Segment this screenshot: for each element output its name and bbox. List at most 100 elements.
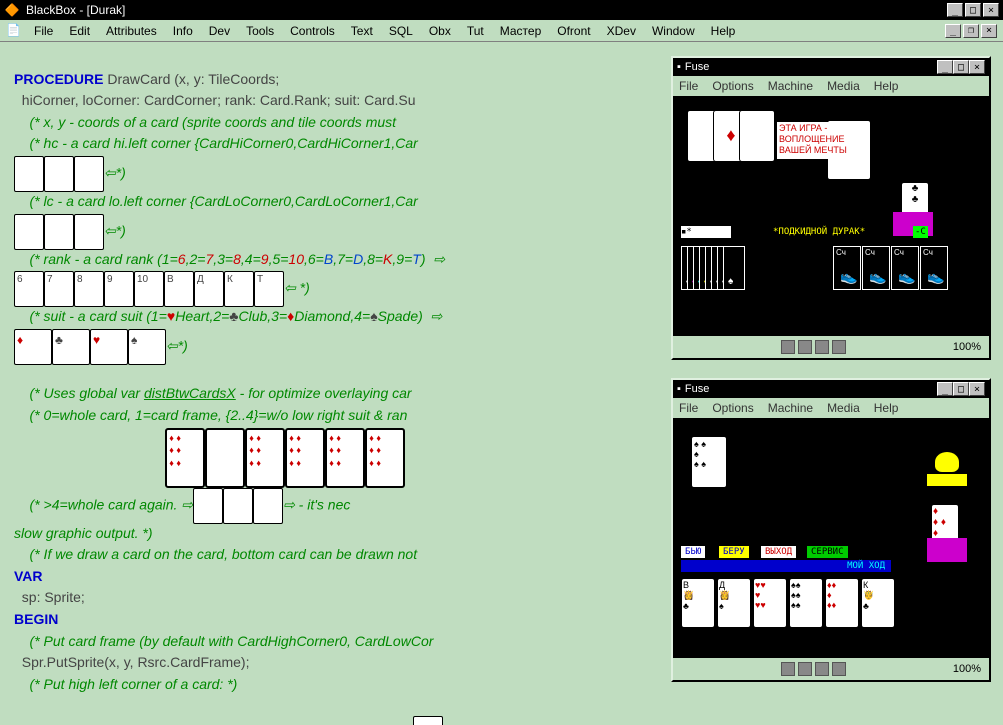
- menu-master[interactable]: Мастер: [492, 22, 550, 40]
- fuse-menu-help[interactable]: Help: [874, 79, 899, 93]
- fuse-screen[interactable]: ♠ ♠ ♠♠ ♠ ♦♦ ♦♦ БЬЮ БЕРУ ВЫХОД СЕРВИС МОЙ…: [673, 418, 989, 658]
- card-rank-row: [14, 271, 284, 307]
- minimize-button[interactable]: _: [947, 3, 963, 17]
- fuse-menu-media[interactable]: Media: [827, 401, 860, 415]
- menu-info[interactable]: Info: [165, 22, 201, 40]
- menu-obx[interactable]: Obx: [421, 22, 459, 40]
- link-distbtwcardsx[interactable]: distBtwCardsX: [144, 385, 236, 401]
- menu-text[interactable]: Text: [343, 22, 381, 40]
- menu-dev[interactable]: Dev: [201, 22, 238, 40]
- card-icon: [193, 488, 223, 524]
- zx-face-icon: [935, 452, 959, 472]
- fuse-window-1: ▪ Fuse _ □ × File Options Machine Media …: [671, 56, 991, 360]
- zx-card[interactable]: В👸♣: [681, 578, 715, 628]
- fuse-menu-machine[interactable]: Machine: [768, 79, 813, 93]
- code-call: Spr.PutSprite(x, y, Rsrc.CardFrame);: [14, 654, 249, 670]
- fuse-maximize-button[interactable]: □: [953, 60, 969, 74]
- zx-status: МОЙ ХОД: [681, 560, 891, 572]
- zx-button[interactable]: БЕРУ: [719, 546, 749, 558]
- zx-player-hand: В👸♣ Д👸♠ ♥♥♥♥♥ ♠♠♠♠♠♠ ♦♦♦♦♦ К🤴♣: [681, 578, 895, 628]
- fuse-menu-media[interactable]: Media: [827, 79, 860, 93]
- card-corner-row: [14, 156, 104, 192]
- fuse-menu-file[interactable]: File: [679, 401, 698, 415]
- menu-attributes[interactable]: Attributes: [98, 22, 165, 40]
- mdi-close-button[interactable]: ×: [981, 24, 997, 38]
- kw-begin: BEGIN: [14, 611, 58, 627]
- zx-card[interactable]: ♠♠♠♠♠♠: [789, 578, 823, 628]
- kw-var: VAR: [14, 568, 43, 584]
- card-icon: [253, 488, 283, 524]
- fuse-menu-options[interactable]: Options: [712, 401, 753, 415]
- card-suit-row: ♦♣♥♠: [14, 329, 166, 365]
- zx-bar: ▪*: [681, 226, 731, 238]
- zx-hand: ♠ ♠ ♠ ♠ ♠ ♠ ♠ ♠: [681, 246, 745, 290]
- fuse-minimize-button[interactable]: _: [937, 382, 953, 396]
- comment: (* hc - a card hi.left corner {CardHiCor…: [14, 135, 418, 151]
- status-icon: [798, 662, 812, 676]
- zx-button[interactable]: БЬЮ: [681, 546, 705, 558]
- fuse-menubar: File Options Machine Media Help: [673, 398, 989, 418]
- zx-deck: [927, 538, 967, 562]
- main-menubar: 📄 File Edit Attributes Info Dev Tools Co…: [0, 20, 1003, 42]
- close-button[interactable]: ×: [983, 3, 999, 17]
- kw-procedure: PROCEDURE: [14, 71, 103, 87]
- menu-edit[interactable]: Edit: [61, 22, 98, 40]
- menu-window[interactable]: Window: [644, 22, 703, 40]
- zx-accordion: [927, 474, 967, 486]
- fuse-menu-help[interactable]: Help: [874, 401, 899, 415]
- fuse-screen[interactable]: ♦ ♦ ЭТА ИГРА -ВОПЛОЩЕНИЕВАШЕЙ МЕЧТЫ ♣♣ ▪…: [673, 96, 989, 336]
- app-icon: 🔶: [4, 2, 20, 18]
- fuse-statusbar: 100%: [673, 336, 989, 358]
- zx-button[interactable]: ВЫХОД: [761, 546, 796, 558]
- fuse-statusbar: 100%: [673, 658, 989, 680]
- fuse-close-button[interactable]: ×: [969, 382, 985, 396]
- fuse-menu-file[interactable]: File: [679, 79, 698, 93]
- fuse-titlebar[interactable]: ▪ Fuse _ □ ×: [673, 58, 989, 76]
- zx-card[interactable]: К🤴♣: [861, 578, 895, 628]
- zx-message: ЭТА ИГРА -ВОПЛОЩЕНИЕВАШЕЙ МЕЧТЫ: [777, 122, 857, 159]
- fuse-menu-machine[interactable]: Machine: [768, 401, 813, 415]
- zx-hand2: Cч👟 Cч👟 Cч👟 Cч👟: [833, 246, 948, 290]
- fuse-maximize-button[interactable]: □: [953, 382, 969, 396]
- zx-card[interactable]: ♦♦♦♦♦: [825, 578, 859, 628]
- fuse-menubar: File Options Machine Media Help: [673, 76, 989, 96]
- fuse-window-2: ▪ Fuse _ □ × File Options Machine Media …: [671, 378, 991, 682]
- status-icon: [832, 340, 846, 354]
- status-icon: [832, 662, 846, 676]
- menu-ofront[interactable]: Ofront: [549, 22, 598, 40]
- comment: (* x, y - coords of a card (sprite coord…: [14, 114, 396, 130]
- zx-label: *ПОДКИДНОЙ ДУРАК*: [773, 226, 865, 238]
- menu-tools[interactable]: Tools: [238, 22, 282, 40]
- menu-help[interactable]: Help: [703, 22, 744, 40]
- status-icon: [781, 662, 795, 676]
- zoom-label: 100%: [953, 341, 981, 353]
- card-icon: [223, 488, 253, 524]
- card-example-row: ♦ ♦♦ ♦♦ ♦♦ ♦♦ ♦♦ ♦♦ ♦♦ ♦♦ ♦♦ ♦♦ ♦♦ ♦♦ ♦♦…: [165, 448, 405, 464]
- app-title: BlackBox - [Durak]: [26, 3, 947, 17]
- menu-controls[interactable]: Controls: [282, 22, 343, 40]
- comment: (* lc - a card lo.left corner {CardLoCor…: [14, 193, 418, 209]
- zx-badge: -C: [913, 226, 928, 238]
- mdi-minimize-button[interactable]: _: [945, 24, 961, 38]
- menu-xdev[interactable]: XDev: [599, 22, 644, 40]
- doc-icon: 📄: [6, 23, 22, 39]
- mdi-restore-button[interactable]: ❐: [963, 24, 979, 38]
- status-icon: [815, 662, 829, 676]
- zx-card: ♠ ♠ ♠♠ ♠: [691, 436, 727, 488]
- fuse-menu-options[interactable]: Options: [712, 79, 753, 93]
- card-corner-row: [14, 214, 104, 250]
- zx-card: [739, 110, 775, 162]
- menu-sql[interactable]: SQL: [381, 22, 421, 40]
- zx-card[interactable]: Д👸♠: [717, 578, 751, 628]
- maximize-button[interactable]: □: [965, 3, 981, 17]
- zx-button[interactable]: СЕРВИС: [807, 546, 848, 558]
- status-icon: [798, 340, 812, 354]
- menu-tut[interactable]: Tut: [459, 22, 492, 40]
- fuse-close-button[interactable]: ×: [969, 60, 985, 74]
- fuse-titlebar[interactable]: ▪ Fuse _ □ ×: [673, 380, 989, 398]
- fuse-minimize-button[interactable]: _: [937, 60, 953, 74]
- status-icon: [815, 340, 829, 354]
- main-titlebar: 🔶 BlackBox - [Durak] _ □ ×: [0, 0, 1003, 20]
- zx-card[interactable]: ♥♥♥♥♥: [753, 578, 787, 628]
- menu-file[interactable]: File: [26, 22, 61, 40]
